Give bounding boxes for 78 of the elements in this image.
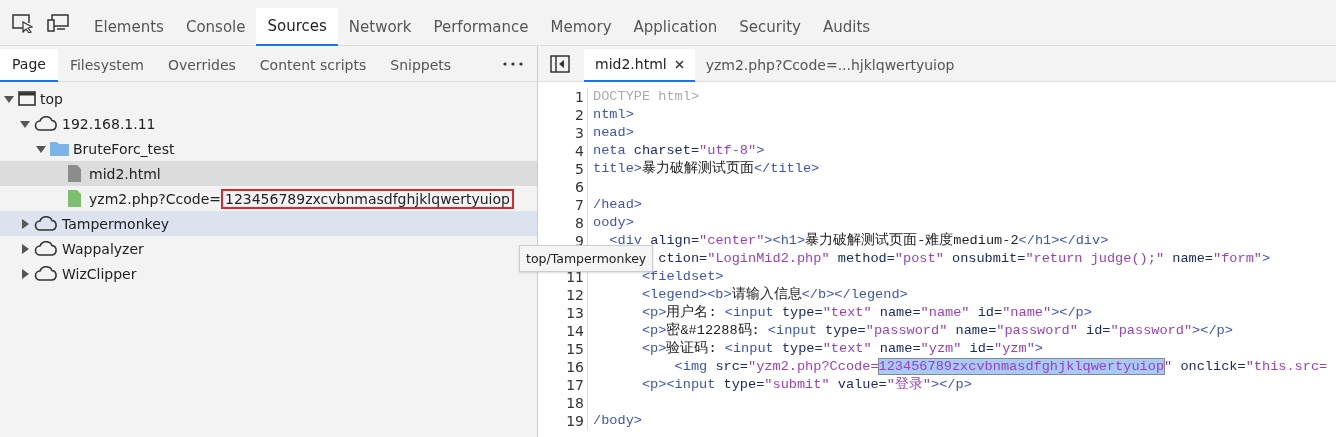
tree-item-label[interactable]: Wappalyzer [62,240,144,257]
code-line: /head> [593,197,642,212]
code-line: /body> [593,413,642,428]
tree-item-label[interactable]: yzm2.php?Ccode= [89,190,221,207]
line-number: 11 [566,269,584,285]
code-line: <p>用户名: <input type="text" name="name" id="name"></p> [641,305,1092,320]
line-number: 15 [566,341,584,357]
code-line: neta charset="utf-8"> [593,143,765,158]
panel-tab[interactable]: Elements [83,7,175,46]
line-number: 7 [575,197,584,213]
tree-item-label[interactable]: WizClipper [62,265,137,282]
panel-tab[interactable]: Memory [539,7,623,46]
expand-arrow-icon[interactable] [20,118,30,129]
line-number: 4 [575,143,584,159]
panel-tab[interactable]: Network [337,7,423,46]
panel-tab[interactable]: Performance [422,7,540,46]
tree-item-label[interactable]: mid2.html [89,165,161,182]
expand-arrow-icon[interactable] [20,243,30,254]
code-line: nead> [593,125,634,140]
panel-tab[interactable]: Console [174,7,257,46]
navigator-tab[interactable]: Snippets [378,48,464,82]
line-number: 13 [566,305,584,321]
code-line: <legend><b>请输入信息</b></legend> [641,287,908,302]
tooltip: top/Tampermonkey [519,245,654,272]
code-line: ntml> [593,107,634,122]
cloud-icon [34,116,58,131]
file-tab-label[interactable]: yzm2.php?Ccode=...hjklqwertyuiop [705,57,955,73]
line-number: 12 [566,287,584,303]
tree-item-label[interactable]: 192.168.1.11 [62,115,156,132]
code-line: <fieldset> [641,269,724,284]
sidebar-toggle-icon[interactable] [550,54,570,73]
line-number: 8 [575,215,584,231]
line-number: 3 [575,125,584,141]
code-line: title>暴力破解测试页面</title> [593,161,820,176]
navigator-tab[interactable]: Content scripts [247,48,379,82]
tree-item-label[interactable]: BruteForc_test [73,140,175,157]
device-icon[interactable] [47,13,69,32]
expand-arrow-icon[interactable] [36,143,46,154]
inspect-icon[interactable] [11,12,33,33]
close-icon[interactable] [674,59,684,69]
panel-tab[interactable]: Sources [256,7,338,46]
file-tab-label[interactable]: mid2.html [595,56,667,72]
line-number: 19 [566,413,584,429]
code-line: <p>验证码: <input type="text" name="yzm" id="yzm"> [641,341,1043,356]
expand-arrow-icon[interactable] [20,218,30,229]
code-line: <div align="center"><h1>暴力破解测试页面-难度medium-2</h1></div> [609,233,1109,248]
line-number: 17 [566,377,584,393]
expand-arrow-icon[interactable] [4,93,14,104]
line-number: 18 [566,395,584,411]
tree-item-label[interactable]: top [40,90,63,107]
code-line: oody> [593,215,634,230]
frame-icon [18,91,36,106]
line-number: 14 [566,323,584,339]
navigator-tab[interactable]: Page [0,48,58,82]
cloud-icon [34,241,58,256]
code-line: ction="LoginMid2.php" method="post" onsubmit="return judge();" name="form"> [658,251,1271,266]
navigator-tab[interactable]: Filesystem [57,48,156,82]
line-number: 16 [566,359,584,375]
highlighted-code: 123456789zxcvbnmasdfghjklqwertyuiop [221,188,514,209]
file-tab[interactable]: mid2.html [584,48,695,82]
code-line: <p>密&#12288码: <input type="password" name="password" id="password"></p> [641,323,1233,338]
panel-tab[interactable]: Audits [811,7,882,46]
panel-tab[interactable]: Application [622,7,729,46]
panel-tab[interactable]: Security [728,7,812,46]
line-number: 5 [575,161,584,177]
file-tab[interactable]: yzm2.php?Ccode=...hjklqwertyuiop [694,48,966,82]
tree-item-label[interactable]: Tampermonkey [62,215,170,232]
line-number: 6 [575,179,584,195]
line-number: 2 [575,107,584,123]
folder-icon [50,141,69,156]
expand-arrow-icon[interactable] [20,268,30,279]
navigator-tab[interactable]: Overrides [155,48,248,82]
cloud-icon [34,266,58,281]
cloud-icon [34,216,58,231]
code-line: <p><input type="submit" value="登录"></p> [641,377,972,392]
line-number: 1 [575,89,584,105]
code-line: DOCTYPE html> [593,89,700,104]
more-icon[interactable] [503,61,523,66]
